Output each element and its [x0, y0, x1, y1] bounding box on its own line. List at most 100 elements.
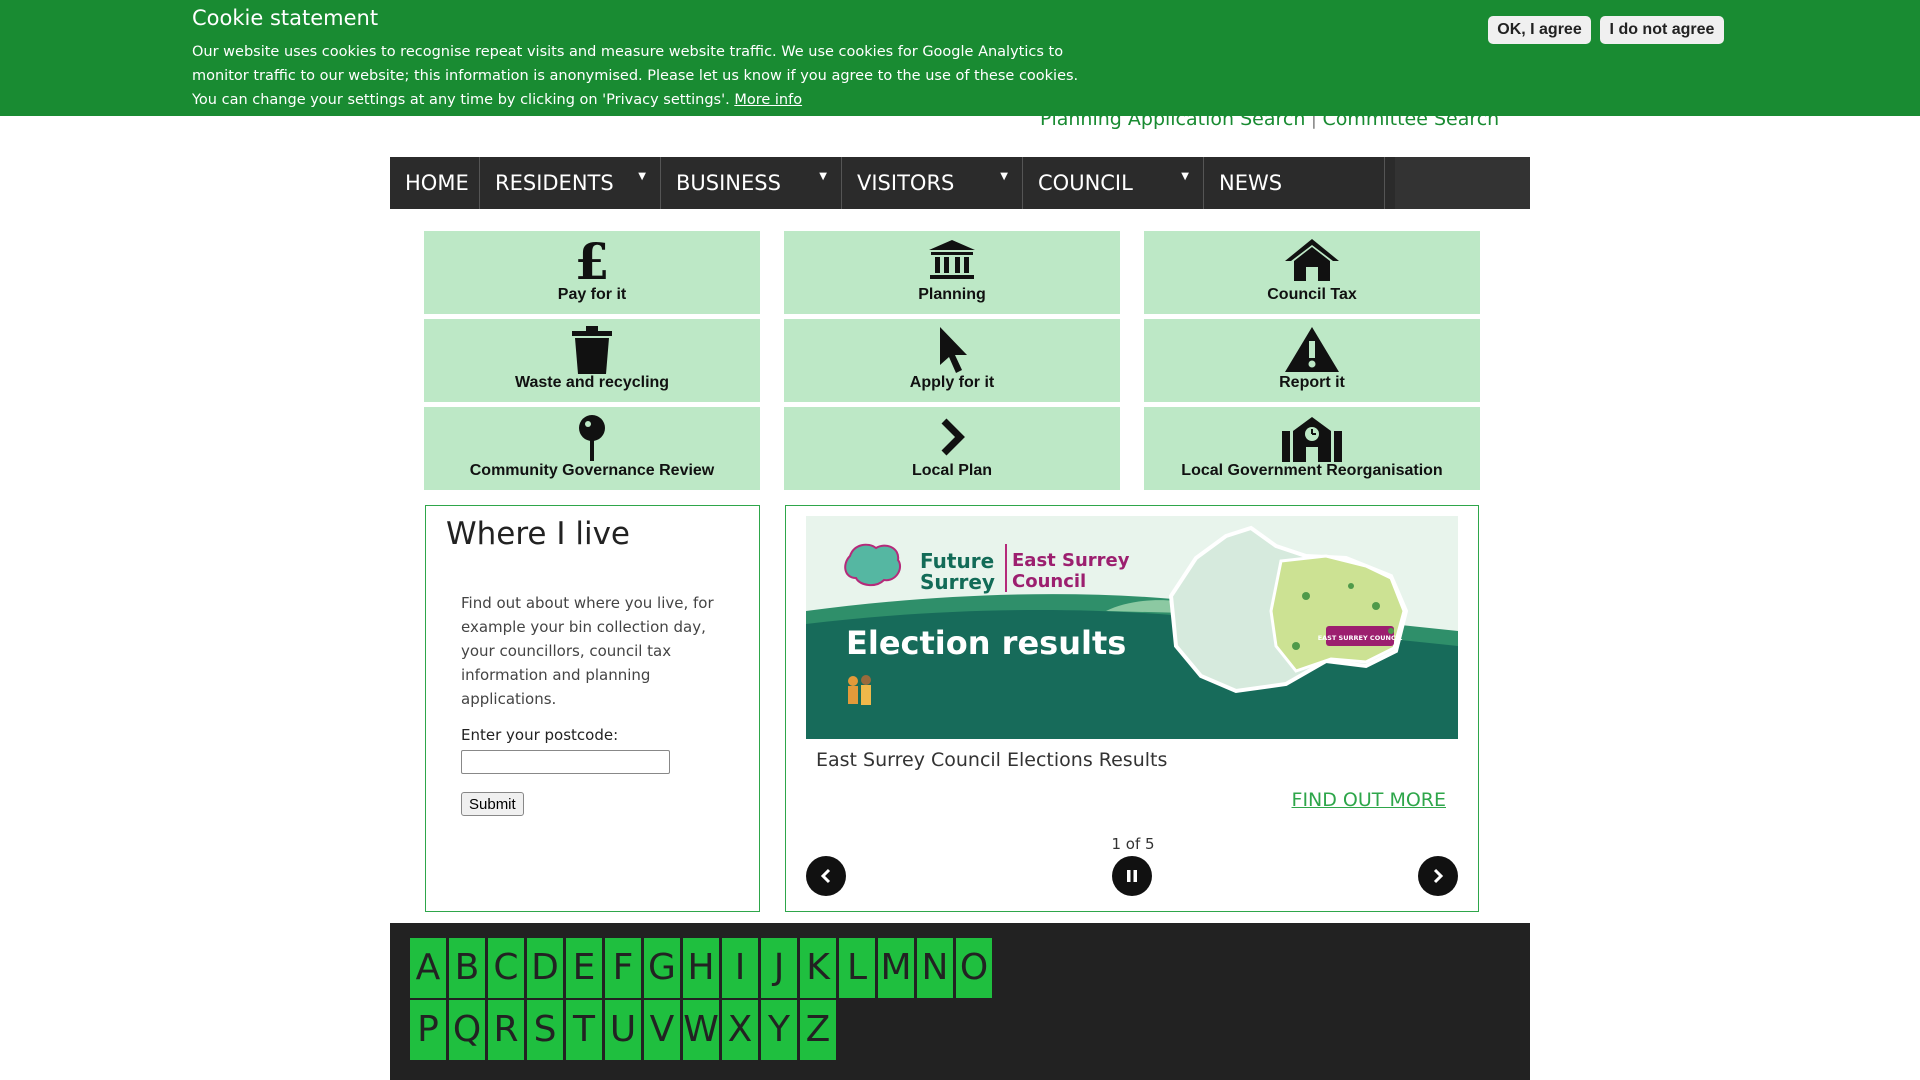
tile-local-plan[interactable]: Local Plan: [784, 407, 1120, 490]
cursor-icon: [784, 325, 1120, 375]
tile-local-government-reorganisation[interactable]: Local Government Reorganisation: [1144, 407, 1480, 490]
tile-planning[interactable]: Planning: [784, 231, 1120, 314]
dropdown-arrow-icon: ▼: [1181, 171, 1189, 182]
bin-icon: [424, 325, 760, 375]
carousel-next-button[interactable]: [1418, 856, 1458, 896]
carousel-prev-button[interactable]: [806, 856, 846, 896]
nav-item-business[interactable]: BUSINESS ▼: [661, 157, 842, 209]
az-letter[interactable]: G: [644, 938, 680, 998]
az-letter[interactable]: B: [449, 938, 485, 998]
tile-label: Pay for it: [557, 286, 627, 303]
chevron-right-icon: [784, 413, 1120, 463]
tile-council-tax[interactable]: Council Tax: [1144, 231, 1480, 314]
dropdown-arrow-icon: ▼: [819, 171, 827, 182]
az-letter[interactable]: Z: [800, 1000, 836, 1060]
nav-label: NEWS: [1219, 171, 1283, 195]
carousel-counter: 1 of 5: [1111, 835, 1155, 853]
az-letter[interactable]: R: [488, 1000, 524, 1060]
az-letter[interactable]: C: [488, 938, 524, 998]
nav-label: COUNCIL: [1038, 171, 1133, 195]
chevron-right-icon: [1433, 868, 1444, 884]
dropdown-arrow-icon: ▼: [1000, 171, 1008, 182]
map-badge: EAST SURREY COUNCIL: [1318, 634, 1403, 642]
cookie-agree-button[interactable]: OK, I agree: [1488, 16, 1591, 44]
az-letter[interactable]: F: [605, 938, 641, 998]
banner-headline: Election results: [846, 624, 1126, 662]
az-letter[interactable]: Q: [449, 1000, 485, 1060]
pause-icon: [1127, 870, 1137, 882]
az-letter[interactable]: P: [410, 1000, 446, 1060]
postcode-input[interactable]: [461, 750, 670, 774]
tile-label: Apply for it: [909, 374, 995, 391]
tile-label: Report it: [1279, 374, 1345, 391]
building-icon: [1144, 413, 1480, 463]
nav-item-home[interactable]: HOME: [390, 157, 480, 209]
cookie-title: Cookie statement: [192, 6, 379, 30]
tile-label: Local Government Reorganisation: [1181, 462, 1443, 479]
az-letter[interactable]: T: [566, 1000, 602, 1060]
az-letter[interactable]: L: [839, 938, 875, 998]
nav-item-news[interactable]: NEWS: [1204, 157, 1385, 209]
az-letter[interactable]: N: [917, 938, 953, 998]
tile-label: Local Plan: [911, 462, 993, 479]
carousel-caption: East Surrey Council Elections Results: [816, 749, 1168, 771]
cookie-more-info-link[interactable]: More info: [734, 92, 802, 108]
news-carousel: Future Surrey East Surrey Council Electi…: [785, 505, 1479, 912]
warning-icon: [1144, 325, 1480, 375]
svg-text:£: £: [575, 237, 610, 283]
pound-icon: £: [424, 237, 760, 287]
postcode-submit-button[interactable]: Submit: [461, 792, 524, 816]
nav-label: RESIDENTS: [495, 171, 614, 195]
where-i-live-title: Where I live: [446, 516, 631, 552]
tile-report-it[interactable]: Report it: [1144, 319, 1480, 402]
nav-label: HOME: [405, 171, 469, 195]
carousel-pause-button[interactable]: [1112, 856, 1152, 896]
az-letter[interactable]: K: [800, 938, 836, 998]
az-letter[interactable]: J: [761, 938, 797, 998]
dropdown-arrow-icon: ▼: [638, 171, 646, 182]
postcode-label: Enter your postcode:: [461, 726, 619, 744]
tile-waste-recycling[interactable]: Waste and recycling: [424, 319, 760, 402]
az-letter[interactable]: M: [878, 938, 914, 998]
find-out-more-link[interactable]: FIND OUT MORE: [1292, 789, 1446, 811]
az-letter[interactable]: I: [722, 938, 758, 998]
where-i-live-description: Find out about where you live, for examp…: [461, 594, 714, 708]
cookie-disagree-button[interactable]: I do not agree: [1600, 16, 1724, 44]
az-letter[interactable]: Y: [761, 1000, 797, 1060]
az-letter[interactable]: S: [527, 1000, 563, 1060]
cookie-banner: Cookie statement Our website uses cookie…: [0, 0, 1920, 116]
tile-label: Waste and recycling: [514, 374, 670, 391]
carousel-slide-image[interactable]: Future Surrey East Surrey Council Electi…: [806, 516, 1458, 739]
az-letter[interactable]: X: [722, 1000, 758, 1060]
bank-icon: [784, 237, 1120, 287]
banner-council: Council: [1012, 571, 1086, 592]
nav-item-council[interactable]: COUNCIL ▼: [1023, 157, 1204, 209]
tile-community-governance-review[interactable]: Community Governance Review: [424, 407, 760, 490]
az-letter[interactable]: V: [644, 1000, 680, 1060]
pin-icon: [424, 413, 760, 463]
nav-end-panel: [1395, 157, 1530, 209]
nav-item-visitors[interactable]: VISITORS ▼: [842, 157, 1023, 209]
chevron-left-icon: [820, 868, 831, 884]
nav-item-residents[interactable]: RESIDENTS ▼: [480, 157, 661, 209]
az-letter[interactable]: A: [410, 938, 446, 998]
tile-label: Community Governance Review: [469, 462, 715, 479]
cookie-body: Our website uses cookies to recognise re…: [192, 44, 1079, 108]
az-letter[interactable]: W: [683, 1000, 719, 1060]
tile-apply-for-it[interactable]: Apply for it: [784, 319, 1120, 402]
nav-label: BUSINESS: [676, 171, 781, 195]
a-z-index: A B C D E F G H I J K L M N O P Q R S T …: [390, 923, 1530, 1080]
tile-pay-for-it[interactable]: £ Pay for it: [424, 231, 760, 314]
az-letter[interactable]: O: [956, 938, 992, 998]
home-icon: [1144, 237, 1480, 287]
cookie-text: Our website uses cookies to recognise re…: [192, 40, 1102, 112]
banner-surrey: Surrey: [920, 570, 995, 594]
az-letter[interactable]: H: [683, 938, 719, 998]
tile-label: Planning: [918, 286, 986, 303]
az-letter[interactable]: E: [566, 938, 602, 998]
az-letter[interactable]: D: [527, 938, 563, 998]
az-letter[interactable]: U: [605, 1000, 641, 1060]
main-nav: HOME RESIDENTS ▼ BUSINESS ▼ VISITORS ▼ COUN…: [390, 157, 1530, 209]
nav-label: VISITORS: [857, 171, 955, 195]
where-i-live-panel: Where I live Find out about where you li…: [425, 505, 760, 912]
